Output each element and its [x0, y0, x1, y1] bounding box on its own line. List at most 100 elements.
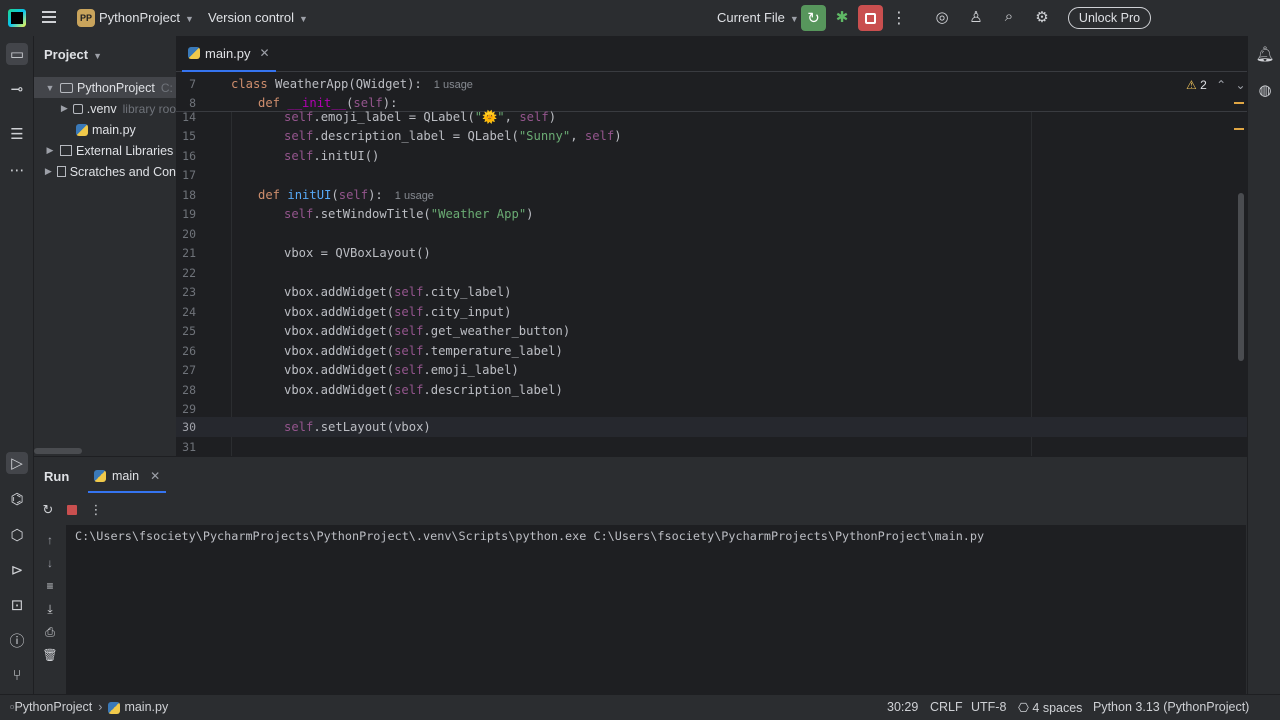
code-editor[interactable]: main.py ✕ 7 class WeatherApp(QWidget): 1 … — [176, 36, 1247, 456]
tree-item-external-libraries[interactable]: ▶ External Libraries — [34, 140, 176, 161]
code-text: vbox.addWidget(self.city_input) — [284, 304, 512, 319]
problems-icon[interactable]: ⓘ — [6, 629, 28, 651]
search-icon[interactable]: ⌕ — [999, 8, 1019, 28]
code-line[interactable]: 20 — [176, 224, 1247, 244]
code-line[interactable]: 16 self.initUI() — [176, 146, 1247, 166]
status-bar: ▫PythonProject › main.py 30:29 CRLF UTF-8 … — [0, 694, 1280, 720]
code-line[interactable]: 28 vbox.addWidget(self.description_label… — [176, 380, 1247, 400]
project-folder-icon[interactable]: ▭ — [6, 43, 28, 65]
run-tool-window: Run main ✕ ↻ ⋮ ↑ ↓ ≡ ⤓ ⎙ 🗑︎ C:\Users\fso… — [34, 456, 1247, 695]
debug-button[interactable]: ✱ — [832, 8, 852, 28]
python-packages-icon[interactable]: ⌬ — [6, 488, 28, 510]
close-icon[interactable]: ✕ — [260, 46, 270, 60]
code-line[interactable]: 19 self.setWindowTitle("Weather App") — [176, 205, 1247, 225]
line-number: 29 — [182, 402, 196, 417]
structure-icon[interactable]: ☰ — [6, 123, 28, 145]
code-line[interactable]: 17 — [176, 166, 1247, 186]
line-number: 18 — [182, 187, 196, 202]
more-options-icon[interactable]: ⋮ — [88, 502, 104, 518]
code-line[interactable]: 31 — [176, 437, 1247, 456]
code-line[interactable]: 23 vbox.addWidget(self.city_label) — [176, 283, 1247, 303]
line-number: 26 — [182, 343, 196, 358]
scroll-down-icon[interactable]: ↓ — [42, 556, 58, 572]
rerun-button[interactable]: ↻ — [801, 5, 826, 31]
ai-assistant-icon[interactable]: ◎ — [932, 8, 952, 28]
project-badge[interactable]: PP — [77, 9, 95, 27]
console-output[interactable]: C:\Users\fsociety\PycharmProjects\Python… — [66, 525, 1246, 695]
run-toolbar: ↻ ⋮ — [40, 499, 104, 521]
version-control-menu[interactable]: Version control ▼ — [208, 10, 308, 25]
services-icon[interactable]: ⊳ — [6, 559, 28, 581]
scroll-up-icon[interactable]: ↑ — [42, 533, 58, 549]
project-panel-header[interactable]: Project ▼ — [44, 47, 102, 62]
notifications-bell-icon[interactable]: 🔔︎ — [1254, 43, 1276, 65]
code-line[interactable]: 26 vbox.addWidget(self.temperature_label… — [176, 341, 1247, 361]
horizontal-scrollbar[interactable] — [34, 448, 82, 454]
scroll-to-end-icon[interactable]: ⤓ — [42, 602, 58, 618]
unlock-pro-button[interactable]: Unlock Pro — [1068, 7, 1151, 29]
rerun-icon[interactable]: ↻ — [40, 502, 56, 518]
code-line[interactable]: 21 vbox = QVBoxLayout() — [176, 244, 1247, 264]
stop-icon — [865, 12, 876, 24]
usage-hint[interactable]: 1 usage — [434, 79, 473, 91]
chevron-right-icon[interactable]: ▶ — [44, 145, 56, 156]
stop-button[interactable] — [858, 5, 883, 31]
line-separator[interactable]: CRLF — [930, 700, 963, 714]
tab-main-py[interactable]: main.py ✕ — [182, 36, 276, 72]
run-config-selector[interactable]: Current File ▼ — [717, 10, 799, 25]
usage-hint[interactable]: 1 usage — [395, 190, 434, 202]
code-line[interactable]: 22 — [176, 263, 1247, 283]
main-menu-icon[interactable] — [40, 8, 58, 28]
settings-gear-icon[interactable]: ⚙ — [1032, 8, 1052, 28]
more-tools-icon[interactable]: ⋯ — [6, 159, 28, 181]
tree-item-label: main.py — [92, 122, 136, 137]
more-actions-icon[interactable]: ⋮ — [891, 8, 907, 28]
chevron-right-icon[interactable]: ▶ — [44, 166, 53, 177]
code-line[interactable]: 14 self.emoji_label = QLabel("🌞", self) — [176, 107, 1247, 127]
file-encoding[interactable]: UTF-8 — [971, 700, 1006, 714]
vertical-scrollbar[interactable] — [1238, 193, 1244, 361]
chevron-down-icon[interactable]: ▼ — [44, 83, 56, 93]
chevron-right-icon[interactable]: ▶ — [60, 103, 69, 114]
ai-chat-icon[interactable]: ◍ — [1254, 79, 1276, 101]
soft-wrap-icon[interactable]: ≡ — [42, 579, 58, 595]
code-text: class WeatherApp(QWidget): 1 usage — [231, 76, 473, 91]
chevron-down-icon[interactable]: ⌄ — [1236, 78, 1246, 92]
trash-icon[interactable]: 🗑︎ — [42, 648, 58, 664]
indent-setting[interactable]: ⎔ 4 spaces — [1018, 700, 1082, 715]
code-line[interactable]: 24 vbox.addWidget(self.city_input) — [176, 302, 1247, 322]
code-line[interactable]: 15 self.description_label = QLabel("Sunn… — [176, 127, 1247, 147]
print-icon[interactable]: ⎙ — [42, 625, 58, 641]
warning-marker[interactable] — [1234, 128, 1244, 130]
run-tool-icon[interactable]: ▷ — [6, 452, 28, 474]
tree-item-project-root[interactable]: ▼ PythonProject C: — [34, 77, 176, 98]
tree-item-main-py[interactable]: main.py — [34, 119, 176, 140]
commit-icon[interactable]: ⊸ — [6, 78, 28, 100]
code-line-current[interactable]: 30 self.setLayout(vbox) — [176, 417, 1247, 437]
tree-item-scratches[interactable]: ▶ Scratches and Con — [34, 161, 176, 182]
sticky-line[interactable]: 7 class WeatherApp(QWidget): 1 usage — [176, 74, 1247, 94]
run-tab-main[interactable]: main ✕ — [88, 461, 167, 493]
project-switcher[interactable]: PythonProject ▼ — [99, 10, 194, 25]
code-line[interactable]: 27 vbox.addWidget(self.emoji_label) — [176, 361, 1247, 381]
git-icon[interactable]: ⑂ — [6, 664, 28, 686]
right-tool-strip: 🔔︎ ◍ — [1247, 36, 1280, 694]
tree-item-label: Scratches and Con — [69, 164, 176, 179]
breadcrumb[interactable]: ▫PythonProject › main.py — [10, 700, 168, 714]
python-console-icon[interactable]: ⬡ — [6, 524, 28, 546]
caret-position[interactable]: 30:29 — [887, 700, 918, 714]
add-user-icon[interactable]: ♙ — [966, 8, 986, 28]
code-line[interactable]: 25 vbox.addWidget(self.get_weather_butto… — [176, 322, 1247, 342]
line-number: 14 — [182, 109, 196, 124]
interpreter-selector[interactable]: Python 3.13 (PythonProject) — [1093, 700, 1249, 714]
warning-marker[interactable] — [1234, 102, 1244, 104]
terminal-icon[interactable]: ⊡ — [6, 594, 28, 616]
inspection-widget[interactable]: ⚠ 2 ⌃ ⌄ — [1186, 78, 1246, 92]
tree-item-venv[interactable]: ▶ .venv library roo — [34, 98, 176, 119]
breadcrumb-project[interactable]: PythonProject — [14, 700, 92, 714]
close-icon[interactable]: ✕ — [150, 469, 160, 483]
breadcrumb-file[interactable]: main.py — [124, 700, 168, 714]
stop-icon[interactable] — [67, 505, 77, 515]
code-line[interactable]: 18 def initUI(self): 1 usage — [176, 185, 1247, 205]
chevron-up-icon[interactable]: ⌃ — [1216, 78, 1226, 92]
